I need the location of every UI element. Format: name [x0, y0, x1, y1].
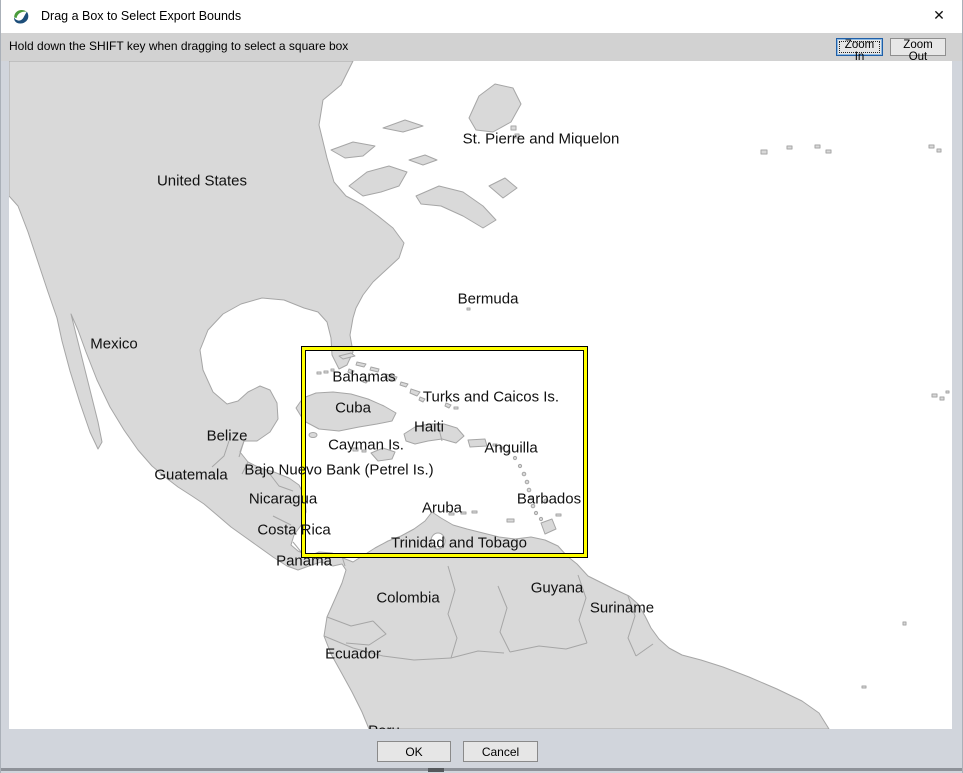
map-label: Turks and Caicos Is. — [423, 389, 559, 406]
map-label: St. Pierre and Miquelon — [463, 131, 620, 148]
resize-grip[interactable] — [428, 768, 444, 772]
islet — [932, 394, 937, 397]
title-bar: Drag a Box to Select Export Bounds ✕ — [1, 0, 962, 33]
hint-toolbar: Hold down the SHIFT key when dragging to… — [1, 33, 962, 61]
zoom-out-button[interactable]: Zoom Out — [890, 38, 946, 56]
island — [489, 178, 517, 198]
shift-hint-text: Hold down the SHIFT key when dragging to… — [9, 33, 348, 61]
islet — [787, 146, 792, 149]
app-logo-icon — [11, 7, 30, 26]
map-label: Cayman Is. — [328, 437, 404, 454]
map-label: Costa Rica — [257, 522, 330, 539]
islet — [903, 622, 906, 625]
map-label: Panama — [276, 553, 332, 570]
window-bottom-edge — [1, 768, 962, 771]
ok-button[interactable]: OK — [377, 741, 451, 762]
cancel-button[interactable]: Cancel — [463, 741, 538, 762]
map-canvas[interactable]: St. Pierre and Miquelon United States Berm… — [9, 61, 952, 729]
islet — [946, 391, 949, 393]
map-label: Aruba — [422, 500, 462, 517]
map-label: Mexico — [90, 336, 138, 353]
map-label: Haiti — [414, 419, 444, 436]
map-label: Belize — [207, 428, 248, 445]
window-title: Drag a Box to Select Export Bounds — [41, 0, 241, 33]
map-label: Peru — [368, 723, 400, 730]
map-label: Colombia — [376, 590, 439, 607]
close-icon[interactable]: ✕ — [916, 0, 962, 32]
map-label: Nicaragua — [249, 491, 317, 508]
island — [416, 186, 496, 228]
map-label: Guatemala — [154, 467, 227, 484]
islet — [826, 150, 831, 153]
island — [349, 166, 407, 196]
islet — [929, 145, 934, 148]
islet — [937, 149, 941, 152]
map-label: Trinidad and Tobago — [391, 535, 527, 552]
map-label: United States — [157, 173, 247, 190]
islet-bermuda — [467, 308, 470, 310]
islet — [511, 126, 516, 130]
island — [469, 84, 521, 132]
islet — [815, 145, 820, 148]
export-bounds-dialog: Drag a Box to Select Export Bounds ✕ Hol… — [0, 0, 963, 773]
island — [383, 120, 423, 132]
map-label: Guyana — [531, 580, 584, 597]
map-label: Suriname — [590, 600, 654, 617]
map-label: Ecuador — [325, 646, 381, 663]
map-label: Anguilla — [484, 440, 537, 457]
zoom-in-button[interactable]: Zoom In — [836, 38, 883, 56]
islet — [862, 686, 866, 688]
map-label: Bajo Nuevo Bank (Petrel Is.) — [244, 462, 433, 479]
map-label: Cuba — [335, 400, 371, 417]
footer-bar: OK Cancel — [1, 729, 962, 773]
islet — [761, 150, 767, 154]
island — [331, 142, 375, 158]
map-label: Bermuda — [458, 291, 519, 308]
map-label: Bahamas — [332, 369, 395, 386]
map-label: Barbados — [517, 491, 581, 508]
island — [409, 155, 437, 165]
islet — [940, 397, 944, 400]
